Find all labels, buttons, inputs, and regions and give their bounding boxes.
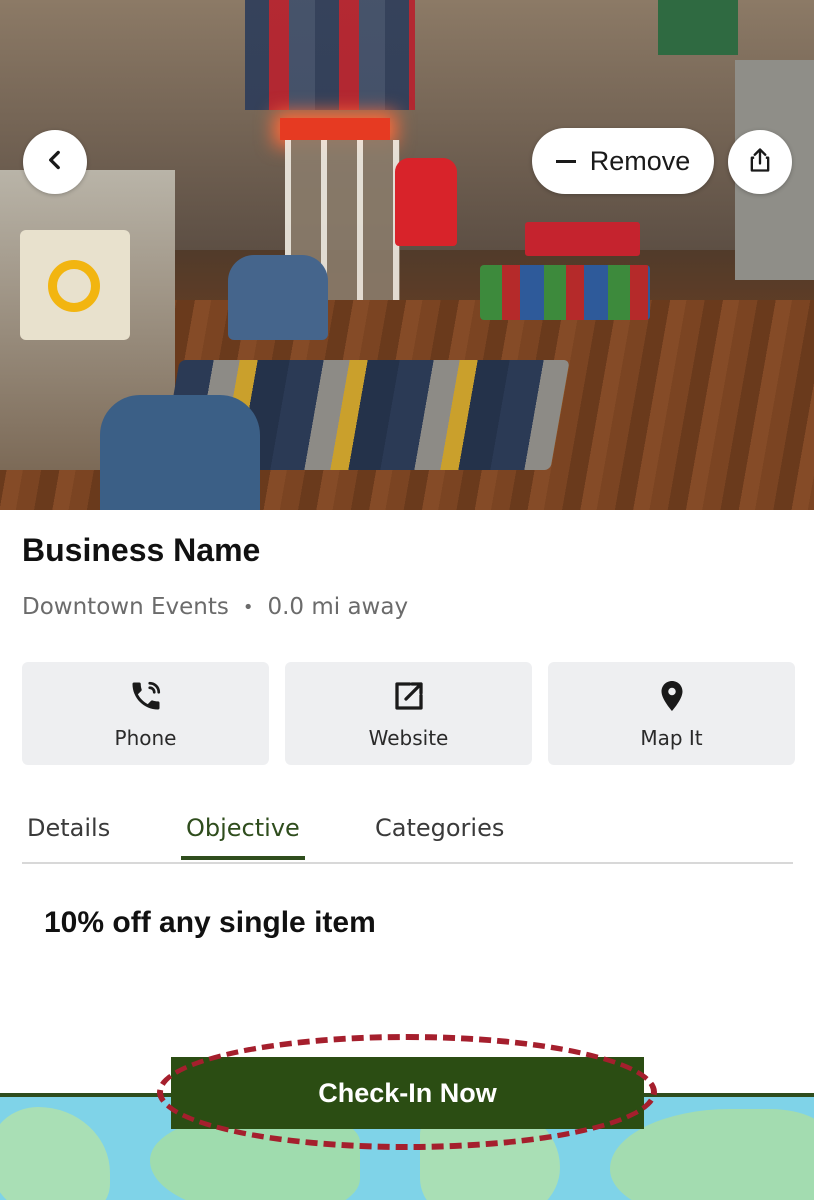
business-photo	[0, 0, 814, 510]
phone-label: Phone	[114, 725, 177, 750]
map-pin-icon	[654, 678, 690, 718]
share-icon	[746, 146, 774, 178]
action-buttons: Phone Website Map It	[22, 662, 795, 765]
business-meta: Downtown Events • 0.0 mi away	[22, 594, 408, 620]
chevron-left-icon	[42, 147, 68, 177]
check-in-button[interactable]: Check-In Now	[171, 1057, 644, 1129]
website-label: Website	[368, 725, 449, 750]
share-button[interactable]	[728, 130, 792, 194]
remove-button[interactable]: Remove	[532, 128, 714, 194]
separator-dot: •	[242, 596, 254, 618]
tab-details[interactable]: Details	[27, 808, 110, 860]
external-link-icon	[391, 678, 427, 718]
tab-objective[interactable]: Objective	[186, 808, 300, 860]
phone-button[interactable]: Phone	[22, 662, 269, 765]
phone-icon	[128, 678, 164, 718]
objective-text: 10% off any single item	[44, 906, 376, 939]
tab-categories[interactable]: Categories	[375, 808, 504, 860]
minus-icon	[555, 159, 576, 163]
map-it-label: Map It	[640, 725, 703, 750]
website-button[interactable]: Website	[285, 662, 532, 765]
business-category: Downtown Events	[22, 594, 229, 620]
check-in-label: Check-In Now	[318, 1077, 497, 1108]
back-button[interactable]	[23, 130, 87, 194]
business-distance: 0.0 mi away	[267, 594, 409, 620]
business-name: Business Name	[22, 532, 261, 568]
active-tab-indicator	[181, 856, 305, 860]
map-it-button[interactable]: Map It	[548, 662, 795, 765]
tab-bar: Details Objective Categories	[22, 808, 793, 864]
remove-label: Remove	[589, 145, 691, 176]
